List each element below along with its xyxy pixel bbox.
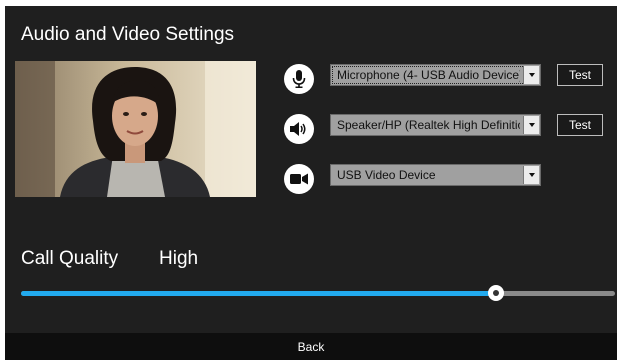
video-camera-icon bbox=[284, 164, 314, 194]
chevron-down-icon bbox=[523, 116, 539, 134]
microphone-select-value: Microphone (4- USB Audio Device) bbox=[337, 68, 520, 82]
speaker-icon bbox=[284, 114, 314, 144]
slider-thumb[interactable] bbox=[488, 285, 505, 301]
speaker-select-value: Speaker/HP (Realtek High Definition bbox=[337, 118, 520, 132]
slider-thumb-dot bbox=[493, 290, 500, 296]
microphone-test-button[interactable]: Test bbox=[557, 64, 603, 86]
call-quality-label: Call Quality bbox=[21, 248, 119, 269]
settings-dialog: Audio and Video Settings Microphone (4- … bbox=[5, 6, 617, 360]
chevron-down-icon bbox=[523, 66, 539, 84]
camera-select[interactable]: USB Video Device bbox=[330, 164, 541, 186]
dialog-title: Audio and Video Settings bbox=[21, 24, 235, 45]
call-quality-value: High bbox=[159, 248, 199, 269]
speaker-select[interactable]: Speaker/HP (Realtek High Definition bbox=[330, 114, 541, 136]
speaker-test-button[interactable]: Test bbox=[557, 114, 603, 136]
camera-preview bbox=[15, 61, 256, 197]
microphone-select[interactable]: Microphone (4- USB Audio Device) bbox=[330, 64, 541, 86]
microphone-icon bbox=[284, 64, 314, 94]
chevron-down-icon bbox=[523, 166, 539, 184]
call-quality-slider[interactable] bbox=[21, 283, 615, 303]
back-button[interactable]: Back bbox=[5, 333, 617, 360]
camera-select-value: USB Video Device bbox=[337, 168, 436, 182]
slider-fill bbox=[21, 291, 497, 296]
